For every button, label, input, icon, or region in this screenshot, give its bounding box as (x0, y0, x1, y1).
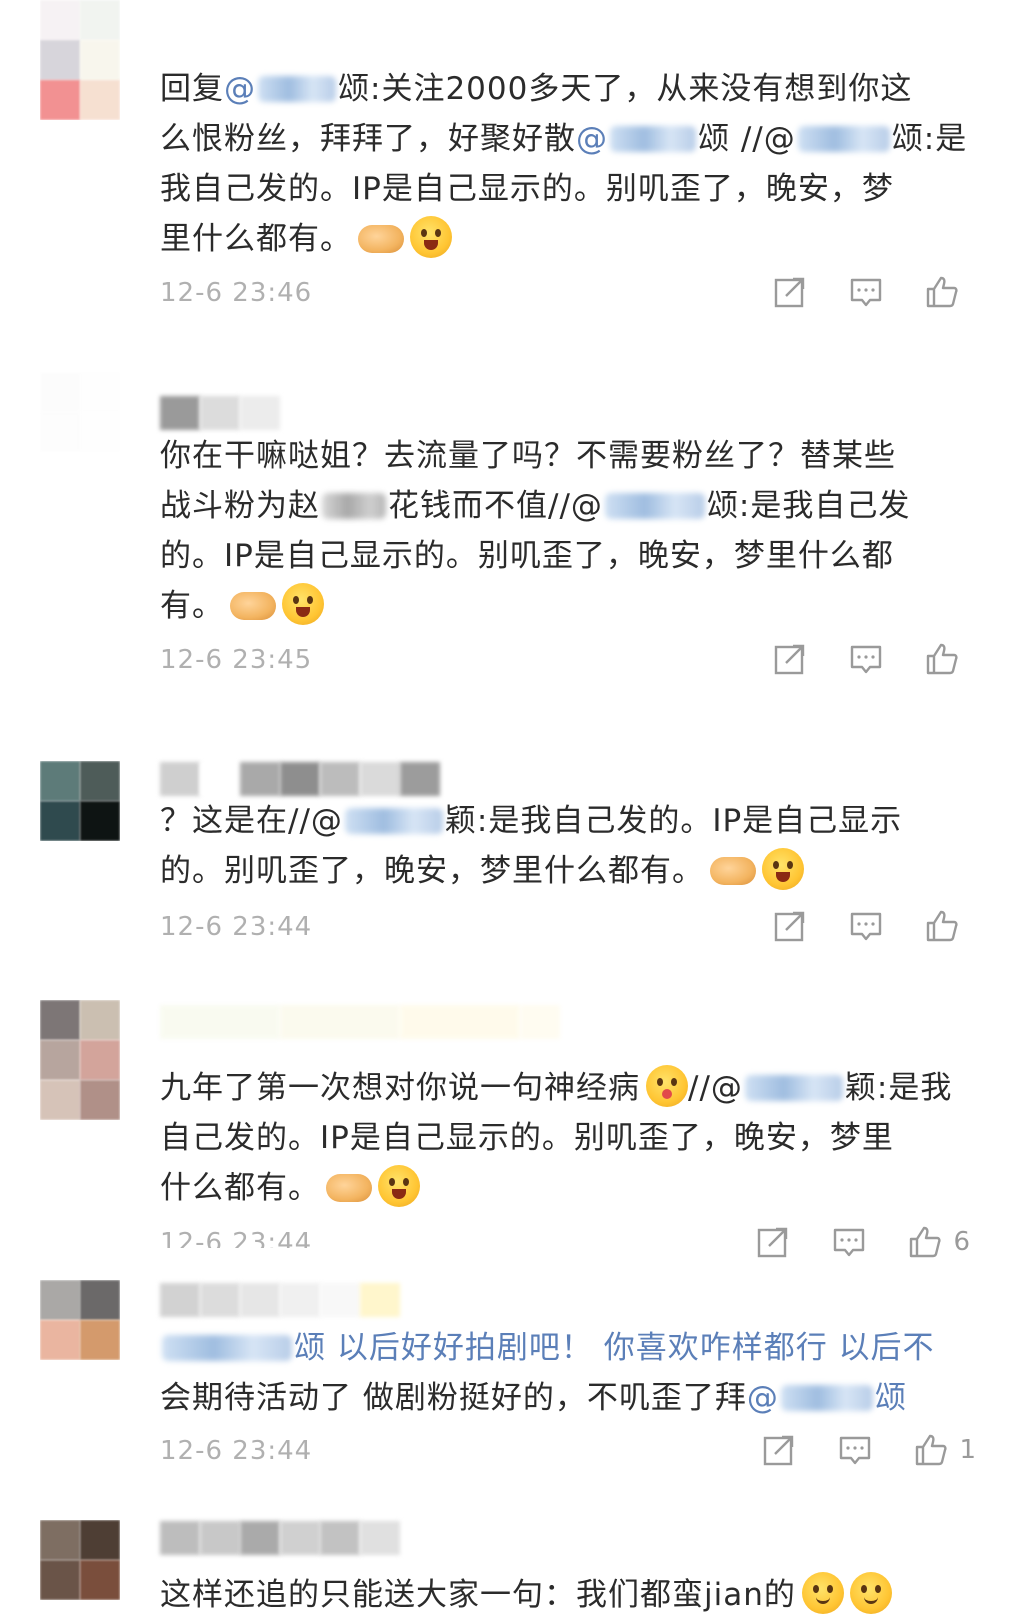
mention-link[interactable] (343, 803, 445, 839)
like-icon (910, 1226, 942, 1258)
comment-icon (850, 645, 882, 674)
like-count: 1 (959, 1435, 976, 1465)
mention-link[interactable]: @ 颂 (747, 1380, 907, 1416)
comment-button[interactable] (848, 274, 884, 310)
username[interactable] (160, 1283, 400, 1317)
like-button[interactable]: 1 (913, 1432, 976, 1468)
like-button[interactable] (924, 641, 960, 677)
like-icon (926, 276, 958, 308)
handshake-emoji-icon (326, 1174, 372, 1202)
like-icon (926, 910, 958, 942)
share-icon (774, 277, 805, 308)
timestamp: 12-6 23:45 (160, 645, 313, 675)
avatar[interactable] (40, 0, 120, 120)
avatar[interactable] (40, 1000, 120, 1120)
timestamp: 12-6 23:44 (160, 1436, 313, 1466)
username[interactable] (160, 1005, 560, 1039)
handshake-emoji-icon (710, 857, 756, 885)
share-button[interactable] (772, 274, 808, 310)
like-count: 6 (953, 1227, 970, 1257)
handshake-emoji-icon (358, 225, 404, 253)
comment-icon (850, 912, 882, 941)
share-button[interactable] (772, 908, 808, 944)
comment-button[interactable] (837, 1432, 873, 1468)
like-button[interactable] (924, 274, 960, 310)
comment-text: 九年了第一次想对你说一句神经病//@ 颖:是我 自己发的。IP是自己显示的。别叽歪… (160, 1063, 960, 1213)
comment-meta: 12-6 23:44 1 (160, 1432, 994, 1472)
kiss-emoji-icon (646, 1065, 688, 1107)
share-button[interactable] (761, 1432, 797, 1468)
comment-text: 你在干嘛哒姐？去流量了吗？不需要粉丝了？替某些 战斗粉为赵 花钱而不值//@ 颂:是… (160, 438, 911, 625)
username[interactable] (160, 1521, 400, 1555)
like-icon (916, 1434, 948, 1466)
comment-button[interactable] (848, 641, 884, 677)
share-icon (758, 1227, 788, 1258)
avatar[interactable] (40, 1520, 120, 1600)
grin-emoji-icon (282, 583, 324, 625)
mention-link[interactable] (603, 488, 707, 524)
comment-icon (840, 1436, 871, 1465)
grin-emoji-icon (378, 1165, 420, 1207)
username[interactable] (160, 762, 440, 796)
mention-link[interactable]: 颂 以后好好拍剧吧！ 你喜欢咋样都行 以后不 (160, 1330, 935, 1366)
comment-text: 这样还追的只能送大家一句：我们都蛮jian的 (160, 1570, 960, 1620)
smile-emoji-icon (849, 1572, 892, 1614)
comment-button[interactable] (848, 908, 884, 944)
share-icon (774, 644, 805, 675)
mention-link[interactable]: @ (224, 71, 338, 107)
timestamp: 12-6 23:44 (160, 912, 313, 942)
timestamp: 12-6 23:44 (160, 1228, 313, 1258)
comment-meta: 12-6 23:45 (160, 641, 994, 681)
mention-link[interactable] (743, 1070, 845, 1106)
comment-text: ？这是在//@ 颖:是我自己发的。IP是自己显示 的。别叽歪了，晚安，梦里什么都有… (160, 803, 903, 890)
share-button[interactable] (755, 1224, 791, 1260)
smile-emoji-icon (801, 1572, 844, 1614)
comment-meta: 12-6 23:44 (160, 908, 994, 948)
comment-icon (834, 1228, 865, 1257)
grin-emoji-icon (762, 848, 804, 890)
avatar[interactable] (40, 1280, 120, 1360)
handshake-emoji-icon (230, 592, 276, 620)
grin-emoji-icon (410, 216, 452, 258)
avatar[interactable] (40, 372, 120, 452)
avatar[interactable] (40, 761, 120, 841)
comment-icon (850, 278, 882, 307)
share-icon (764, 1435, 794, 1466)
comment-meta: 12-6 23:44 6 (160, 1224, 994, 1264)
like-icon (926, 643, 958, 675)
comment-button[interactable] (831, 1224, 867, 1260)
comment-text: 颂 以后好好拍剧吧！ 你喜欢咋样都行 以后不 会期待活动了 做剧粉挺好的，不叽歪… (160, 1330, 935, 1416)
like-button[interactable] (924, 908, 960, 944)
timestamp: 12-6 23:46 (160, 278, 313, 308)
share-icon (774, 911, 805, 942)
share-button[interactable] (772, 641, 808, 677)
mention-link[interactable]: @ (576, 121, 698, 157)
comment-meta: 12-6 23:46 (160, 274, 994, 314)
comment-text: 回复@ 颂:关注2000多天了，从来没有想到你这 么恨粉丝，拜拜了，好聚好散@ 颂 … (160, 71, 968, 258)
like-button[interactable]: 6 (907, 1224, 970, 1260)
username[interactable] (160, 396, 280, 430)
